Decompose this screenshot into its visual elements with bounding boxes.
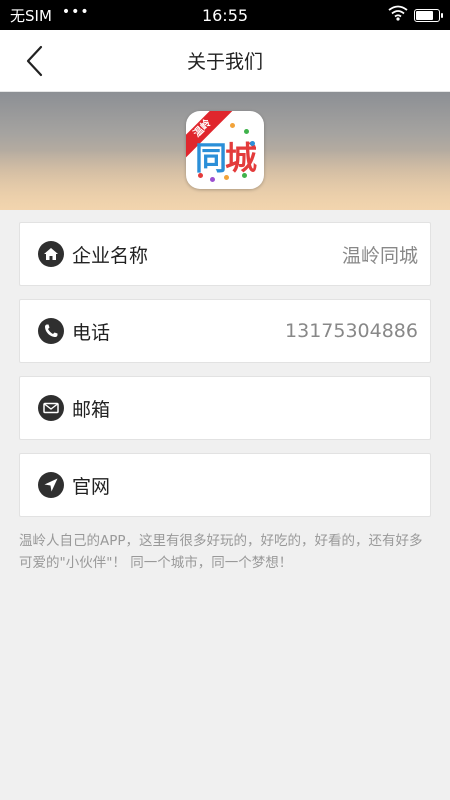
logo-dot — [244, 129, 249, 134]
email-label: 邮箱 — [72, 398, 111, 421]
logo-dot — [230, 123, 235, 128]
signal-dots: ••• — [61, 4, 90, 20]
chevron-left-icon — [26, 45, 43, 77]
company-name-row[interactable]: 企业名称 温岭同城 — [19, 222, 431, 286]
battery-icon — [414, 8, 443, 22]
navigation-icon — [38, 472, 64, 498]
home-icon — [38, 241, 64, 267]
logo-dot — [224, 175, 229, 180]
wifi-icon — [388, 5, 408, 25]
status-bar: 无SIM ••• 16:55 — [0, 0, 450, 30]
logo-text-part1: 同 — [194, 139, 227, 177]
company-name-label: 企业名称 — [72, 244, 149, 267]
mail-icon — [38, 395, 64, 421]
phone-label: 电话 — [72, 321, 111, 344]
back-button[interactable] — [18, 42, 50, 80]
carrier-label: 无SIM — [10, 6, 52, 25]
phone-row[interactable]: 电话 13175304886 — [19, 299, 431, 363]
phone-icon — [38, 318, 64, 344]
banner: 温岭 同城 — [0, 92, 450, 210]
nav-bar: 关于我们 — [0, 30, 450, 92]
email-row[interactable]: 邮箱 — [19, 376, 431, 440]
company-name-value: 温岭同城 — [341, 244, 418, 267]
website-label: 官网 — [72, 475, 111, 498]
logo-dot — [210, 177, 215, 182]
logo-dot — [242, 173, 247, 178]
battery-fill — [416, 10, 433, 20]
website-row[interactable]: 官网 — [19, 453, 431, 517]
app-logo: 温岭 同城 — [186, 111, 264, 189]
logo-dot — [250, 141, 255, 146]
page-title: 关于我们 — [186, 51, 263, 73]
phone-value: 13175304886 — [285, 320, 418, 342]
logo-dot — [198, 173, 203, 178]
about-description: 温岭人自己的APP，这里有很多好玩的，好吃的，好看的，还有好多可爱的"小伙伴"！… — [19, 533, 423, 571]
status-right — [388, 5, 443, 25]
status-left: 无SIM ••• — [10, 4, 90, 26]
logo-text: 同城 — [186, 133, 264, 179]
